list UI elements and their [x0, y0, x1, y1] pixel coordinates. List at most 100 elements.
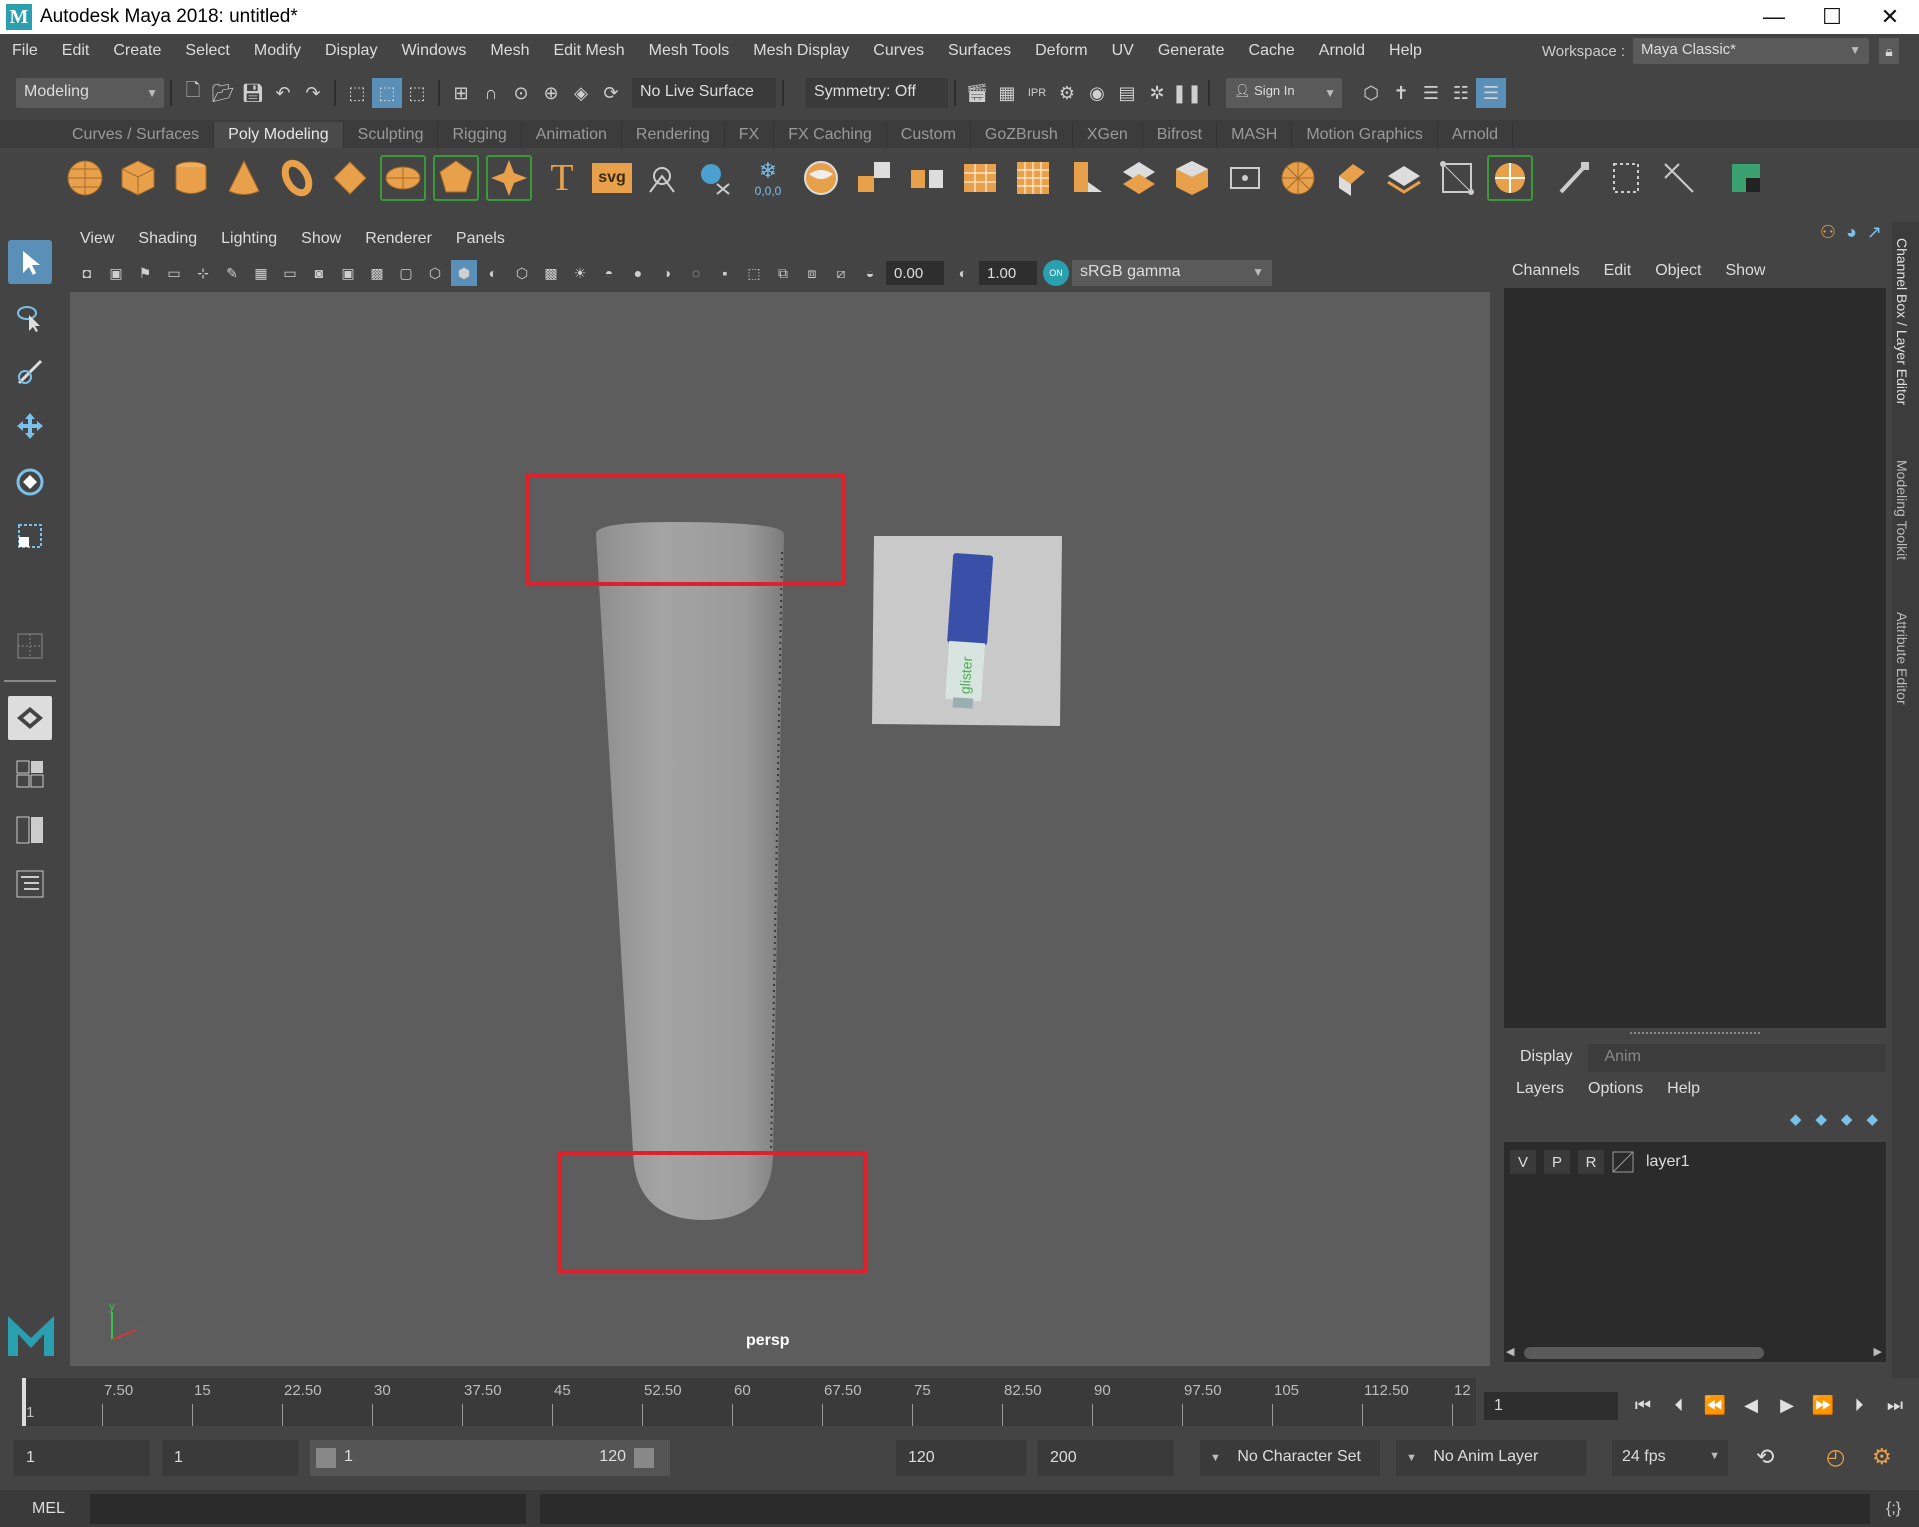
menu-deform[interactable]: Deform — [1023, 42, 1099, 60]
quad-draw-icon[interactable] — [1550, 155, 1596, 201]
textured-icon[interactable]: ▩ — [538, 260, 564, 286]
outliner-layout-icon[interactable] — [8, 862, 52, 906]
layer-tab-anim[interactable]: Anim — [1588, 1044, 1656, 1072]
step-back-frame-icon[interactable]: ⏴ — [1664, 1390, 1694, 1420]
menu-arnold[interactable]: Arnold — [1307, 42, 1377, 60]
menu-create[interactable]: Create — [101, 42, 173, 60]
shelf-tab-curves-surfaces[interactable]: Curves / Surfaces — [58, 122, 215, 148]
exposure-field[interactable] — [886, 261, 944, 285]
range-end-handle[interactable] — [634, 1448, 654, 1468]
go-to-start-icon[interactable]: ⏮ — [1628, 1390, 1658, 1420]
sweep-mesh-icon[interactable] — [639, 155, 685, 201]
layer-name[interactable]: layer1 — [1646, 1153, 1690, 1171]
animation-preferences-icon[interactable]: ⚙ — [1872, 1444, 1892, 1470]
smooth-icon[interactable] — [957, 155, 1003, 201]
open-scene-icon[interactable]: 📂︎ — [208, 78, 238, 108]
perspective-viewport[interactable]: glister y x z persp — [70, 292, 1490, 1366]
playback-end-field[interactable] — [896, 1440, 1026, 1476]
extrude-icon[interactable] — [1063, 155, 1109, 201]
snap-grid-icon[interactable]: ⊞ — [446, 78, 476, 108]
pause-icon[interactable]: ❚❚ — [1172, 78, 1202, 108]
menu-edit[interactable]: Edit — [50, 42, 102, 60]
select-hierarchy-icon[interactable]: ⬚ — [342, 78, 372, 108]
shelf-tab-fx[interactable]: FX — [725, 122, 775, 148]
image-plane-icon[interactable]: ▭ — [161, 260, 187, 286]
render-setup-icon[interactable]: ▤ — [1112, 78, 1142, 108]
hypershade-icon[interactable]: ◉ — [1082, 78, 1112, 108]
menu-uv[interactable]: UV — [1100, 42, 1146, 60]
layer-menu-layers[interactable]: Layers — [1516, 1080, 1564, 1098]
maximize-button[interactable]: ☐ — [1803, 0, 1861, 34]
field-chart-icon[interactable]: ▩ — [364, 260, 390, 286]
layer-color-swatch[interactable] — [1612, 1151, 1634, 1173]
poly-cube-icon[interactable] — [115, 155, 161, 201]
render-frame-icon[interactable]: ▦ — [992, 78, 1022, 108]
shadows-icon[interactable]: ◓ — [596, 260, 622, 286]
film-gate-icon[interactable]: ▭ — [277, 260, 303, 286]
poly-cylinder-icon[interactable] — [168, 155, 214, 201]
range-start-handle[interactable] — [316, 1448, 336, 1468]
merge-icon[interactable] — [1169, 155, 1215, 201]
sign-in-dropdown[interactable]: 👤︎ Sign In ▼ — [1226, 78, 1342, 108]
paint-select-tool-icon[interactable] — [8, 350, 52, 394]
ipr-render-icon[interactable]: IPR — [1022, 78, 1052, 108]
shelf-tab-animation[interactable]: Animation — [522, 122, 622, 148]
menu-mesh-tools[interactable]: Mesh Tools — [637, 42, 742, 60]
target-weld-icon[interactable] — [1487, 155, 1533, 201]
auto-key-icon[interactable]: ◴ — [1826, 1444, 1845, 1470]
viewport-menu-view[interactable]: View — [68, 230, 126, 248]
freeze-transform-icon[interactable]: ❄ 0,0,0 — [745, 155, 791, 201]
svg-tool-icon[interactable]: svg — [592, 163, 632, 193]
poly-cone-icon[interactable] — [221, 155, 267, 201]
render-settings-icon[interactable]: ⚙ — [1052, 78, 1082, 108]
xray-icon[interactable]: ⧉ — [770, 260, 796, 286]
anim-layer-dropdown[interactable]: ▼ No Anim Layer — [1396, 1440, 1586, 1476]
time-slider-track[interactable]: 1 7.50 15 22.50 30 37.50 45 52.50 60 67.… — [22, 1378, 1476, 1426]
insert-edge-loop-icon[interactable] — [1381, 155, 1427, 201]
shelf-tab-sculpting[interactable]: Sculpting — [344, 122, 439, 148]
shelf-tab-gozbrush[interactable]: GoZBrush — [971, 122, 1073, 148]
animation-end-field[interactable] — [1038, 1440, 1174, 1476]
poke-icon[interactable] — [1222, 155, 1268, 201]
menu-display[interactable]: Display — [313, 42, 389, 60]
symmetry-field[interactable]: Symmetry: Off — [806, 78, 948, 108]
layer-playback-toggle[interactable]: P — [1544, 1150, 1570, 1174]
script-editor-icon[interactable]: {;} — [1886, 1500, 1901, 1518]
menu-mesh-display[interactable]: Mesh Display — [741, 42, 861, 60]
menu-curves[interactable]: Curves — [861, 42, 936, 60]
playback-start-field[interactable] — [162, 1440, 298, 1476]
animation-start-field[interactable] — [14, 1440, 150, 1476]
smooth-shade-icon[interactable]: ⬢ — [451, 260, 477, 286]
uv-editor-icon[interactable] — [1723, 155, 1769, 201]
platonic-solid-icon[interactable] — [433, 155, 479, 201]
safe-action-icon[interactable]: ▢ — [393, 260, 419, 286]
layer-visibility-toggle[interactable]: V — [1510, 1150, 1536, 1174]
step-back-key-icon[interactable]: ⏪ — [1700, 1390, 1730, 1420]
menu-modify[interactable]: Modify — [242, 42, 313, 60]
channel-box-icon[interactable]: ☰ — [1476, 78, 1506, 108]
hik-icon[interactable]: ✝ — [1386, 78, 1416, 108]
viewport-menu-lighting[interactable]: Lighting — [209, 230, 289, 248]
viewport-menu-panels[interactable]: Panels — [444, 230, 517, 248]
move-layer-down-icon[interactable]: ◆ — [1815, 1110, 1827, 1128]
playback-range-bar[interactable]: 1 120 — [310, 1440, 670, 1476]
circularize-icon[interactable] — [1328, 155, 1374, 201]
undo-icon[interactable]: ↶ — [268, 78, 298, 108]
new-empty-layer-icon[interactable]: ◆ — [1841, 1110, 1853, 1128]
resolution-gate-icon[interactable]: ◙ — [306, 260, 332, 286]
channel-menu-show[interactable]: Show — [1725, 262, 1765, 280]
single-perspective-layout-icon[interactable] — [8, 696, 52, 740]
side-tab-attribute-editor[interactable]: Attribute Editor — [1894, 612, 1910, 705]
menu-surfaces[interactable]: Surfaces — [936, 42, 1023, 60]
layer-menu-help[interactable]: Help — [1667, 1080, 1700, 1098]
current-frame-field[interactable] — [1484, 1392, 1618, 1420]
exposure-icon[interactable]: ◒ — [857, 260, 883, 286]
layer-row[interactable]: V P R layer1 — [1510, 1150, 1690, 1174]
ambient-occlusion-icon[interactable]: ● — [625, 260, 651, 286]
reference-image-plane[interactable]: glister — [870, 534, 1066, 730]
two-d-pan-icon[interactable]: ⊹ — [190, 260, 216, 286]
move-tool-icon[interactable] — [8, 404, 52, 448]
poly-sphere-icon[interactable] — [62, 155, 108, 201]
poly-disc-icon[interactable] — [380, 155, 426, 201]
splitter-handle[interactable] — [1630, 1032, 1760, 1036]
